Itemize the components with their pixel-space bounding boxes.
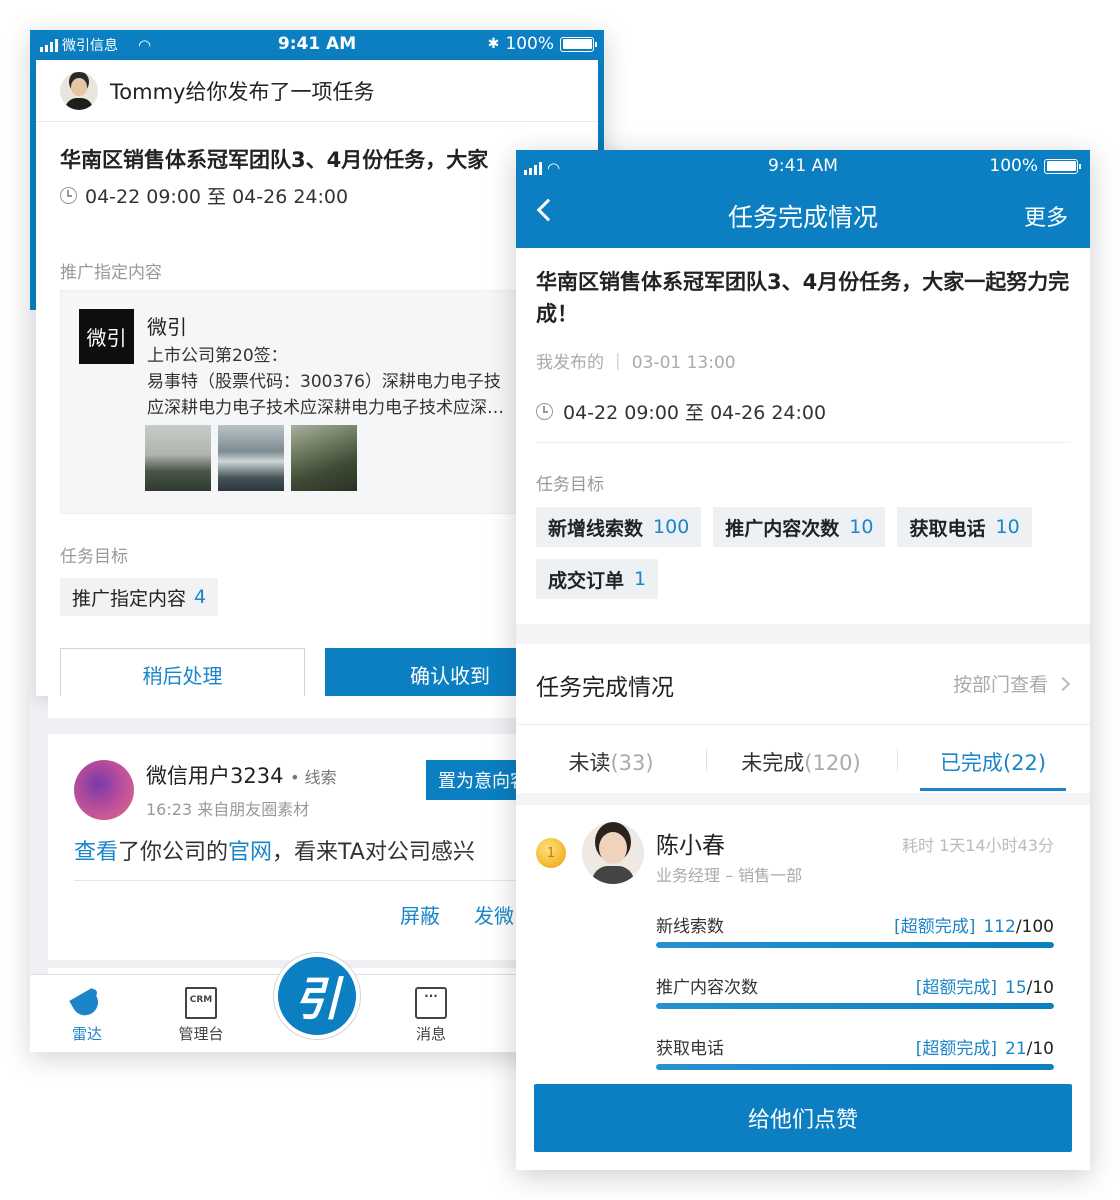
lead-card[interactable]: 微信用户3234 • 线索 16:23 来自朋友圈素材 置为意向客 查看了你公司… xyxy=(48,734,604,960)
metric-status: [超额完成] 15/10 xyxy=(915,978,1054,998)
goal-chip: 获取电话 10 xyxy=(897,507,1032,547)
battery-percent: 100% xyxy=(505,34,554,54)
avatar xyxy=(60,71,98,110)
wechat-send-button[interactable]: 发微 xyxy=(474,900,514,929)
goal-chip: 推广指定内容 4 xyxy=(60,578,219,616)
promo-section-label: 推广指定内容 xyxy=(60,263,162,283)
goal-chip: 新增线索数 100 xyxy=(536,507,702,547)
task-title: 华南区销售体系冠军团队3、4月份任务，大家 xyxy=(60,148,489,172)
task-card: Tommy给你发布了一项任务 华南区销售体系冠军团队3、4月份任务，大家 04-… xyxy=(36,60,604,700)
alarm-clock-icon xyxy=(60,187,77,204)
notification-text: Tommy给你发布了一项任务 xyxy=(110,79,375,104)
promo-images xyxy=(145,425,357,491)
block-button[interactable]: 屏蔽 xyxy=(400,900,440,929)
avatar[interactable] xyxy=(582,822,644,884)
time-spent: 耗时 1天14小时43分 xyxy=(902,836,1054,855)
task-completion-screen: ◠ 9:41 AM 100% 任务完成情况 更多 华南区销售体系冠军团队3、4月… xyxy=(516,150,1090,1170)
goal-chips: 新增线索数 100 推广内容次数 10 获取电话 10 成交订单 1 xyxy=(536,507,1076,599)
by-department-link[interactable]: 按部门查看 xyxy=(953,670,1071,697)
promo-image-train[interactable] xyxy=(145,425,211,491)
section-gap xyxy=(516,624,1090,644)
divider xyxy=(536,442,1070,443)
lead-activity-text: 查看了你公司的官网，看来TA对公司感兴 xyxy=(74,840,475,865)
tab-radar-label: 雷达 xyxy=(71,1025,102,1043)
person-name: 陈小春 xyxy=(656,833,725,859)
lead-user-name: 微信用户3234 xyxy=(146,764,284,788)
goal-section-label: 任务目标 xyxy=(536,475,604,495)
center-action-button[interactable]: 引 xyxy=(274,953,360,1039)
radar-icon xyxy=(71,987,103,1019)
promo-logo: 微引 xyxy=(79,309,134,364)
task-time-range: 04-22 09:00 至 04-26 24:00 xyxy=(85,186,349,208)
gold-medal-icon: 1 xyxy=(536,838,566,868)
more-button[interactable]: 更多 xyxy=(1024,200,1068,232)
progress-bar xyxy=(656,942,1054,948)
later-button[interactable]: 稍后处理 xyxy=(60,648,305,700)
battery-icon xyxy=(560,36,597,52)
completion-section-title: 任务完成情况 xyxy=(536,675,674,701)
tab-messages[interactable]: ··· 消息 xyxy=(386,987,476,1044)
status-tabs: 未读(33) 未完成(120) 已完成(22) xyxy=(516,725,1090,793)
metric-status: [超额完成] 112/100 xyxy=(894,917,1054,937)
tab-console[interactable]: CRM 管理台 xyxy=(156,987,246,1044)
person-role: 业务经理 – 销售一部 xyxy=(656,866,803,885)
task-meta: 我发布的 ｜ 03-01 13:00 xyxy=(536,353,736,373)
battery-percent: 100% xyxy=(989,156,1038,176)
website-link[interactable]: 官网 xyxy=(228,840,272,865)
tab-console-label: 管理台 xyxy=(178,1025,224,1043)
lead-meta: 16:23 来自朋友圈素材 xyxy=(146,800,310,819)
status-bar: 微引信息 ◠ 9:41 AM ✱ 100% xyxy=(30,30,604,60)
like-button[interactable]: 给他们点赞 xyxy=(534,1084,1072,1152)
header: ◠ 9:41 AM 100% 任务完成情况 更多 xyxy=(516,150,1090,248)
message-icon: ··· xyxy=(415,987,447,1019)
metric-label: 新线索数 xyxy=(656,917,724,937)
avatar xyxy=(74,760,134,820)
task-time: 04-22 09:00 至 04-26 24:00 xyxy=(536,398,826,425)
card-stack-edge xyxy=(48,696,588,718)
section-gap xyxy=(516,793,1090,805)
tab-unread[interactable]: 未读(33) xyxy=(516,747,706,777)
tab-incomplete[interactable]: 未完成(120) xyxy=(706,747,896,777)
goal-chip-value: 4 xyxy=(194,586,207,608)
view-link[interactable]: 查看 xyxy=(74,840,118,865)
promo-image-mountains[interactable] xyxy=(218,425,284,491)
progress-bar xyxy=(656,1003,1054,1009)
chevron-right-icon xyxy=(1055,676,1071,691)
promo-name: 微引 xyxy=(147,315,187,339)
task-time: 04-22 09:00 至 04-26 24:00 xyxy=(60,182,348,209)
lead-name: 微信用户3234 • 线索 xyxy=(146,760,337,790)
active-tab-indicator xyxy=(920,788,1066,791)
tab-radar[interactable]: 雷达 xyxy=(42,987,132,1044)
lead-tag: • 线索 xyxy=(290,768,337,787)
alarm-clock-icon xyxy=(536,403,553,420)
tab-completed[interactable]: 已完成(22) xyxy=(898,747,1088,777)
task-title: 华南区销售体系冠军团队3、4月份任务，大家一起努力完成！ xyxy=(536,270,1070,326)
task-notification[interactable]: Tommy给你发布了一项任务 xyxy=(36,60,598,122)
promo-image-road[interactable] xyxy=(291,425,357,491)
goal-chip: 推广内容次数 10 xyxy=(713,507,886,547)
task-time-range: 04-22 09:00 至 04-26 24:00 xyxy=(563,402,827,424)
metric-label: 推广内容次数 xyxy=(656,978,758,998)
metric-status: [超额完成] 21/10 xyxy=(915,1039,1054,1059)
metric-label: 获取电话 xyxy=(656,1039,724,1059)
goal-chip-label: 推广指定内容 xyxy=(72,587,187,610)
goal-chip: 成交订单 1 xyxy=(536,559,659,599)
tab-messages-label: 消息 xyxy=(415,1025,446,1043)
battery-icon xyxy=(1044,158,1081,174)
goal-section-label: 任务目标 xyxy=(60,547,128,567)
crm-icon: CRM xyxy=(185,987,217,1019)
bluetooth-icon: ✱ xyxy=(487,36,500,52)
page-title: 任务完成情况 xyxy=(727,203,878,232)
progress-bar xyxy=(656,1064,1054,1070)
